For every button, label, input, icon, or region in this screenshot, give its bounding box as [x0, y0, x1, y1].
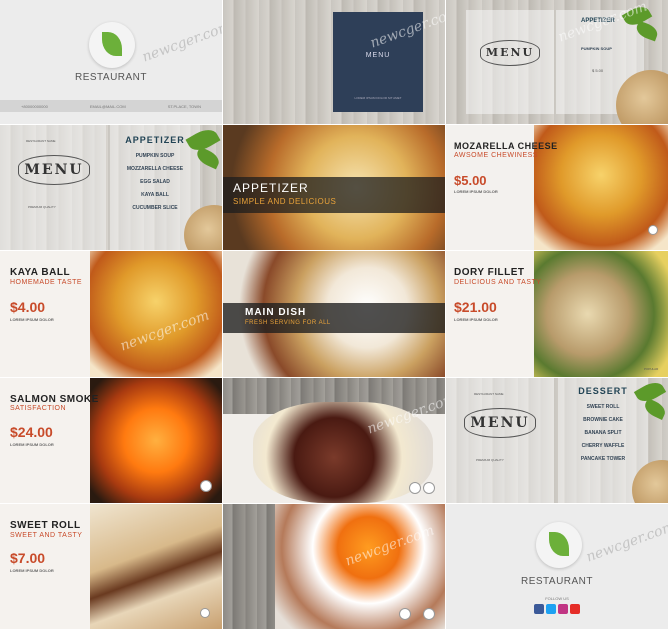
tile-appetizer-menu: RESTAURANT NAME MENU PREMIUM QUALITY APP… [0, 125, 222, 250]
menu-badge: MENU [18, 155, 90, 185]
menu-badge: MENU [464, 408, 536, 438]
brand-name: RESTAURANT [74, 72, 148, 83]
wood-strip [223, 504, 275, 629]
dish-subtitle: AWSOME CHEWINESS [454, 152, 538, 159]
section-heading: APPETIZER [233, 181, 309, 195]
chef-icon [423, 608, 435, 620]
menu-page-left: RESTAURANT NAME MENU PREMIUM QUALITY [446, 378, 554, 503]
watermark: newcger.com [584, 518, 668, 566]
menu-badge: MENU [480, 40, 540, 66]
dish-lorem: LOREM IPSUM DOLOR [10, 442, 54, 447]
menu-page-left: MENU [466, 10, 554, 114]
phone-text: +80000000000 [21, 103, 48, 109]
tile-main-dish-title: MAIN DISH FRESH SERVING FOR ALL [223, 251, 445, 377]
tile-dessert-menu: RESTAURANT NAME MENU PREMIUM QUALITY DES… [446, 378, 668, 503]
section-heading: MAIN DISH [245, 307, 307, 318]
instagram-icon[interactable] [558, 604, 568, 614]
tile-dessert-photo: newcger.com [223, 504, 445, 629]
tile-kaya-ball: KAYA BALL HOMEMADE TASTE $4.00 LOREM IPS… [0, 251, 222, 377]
twitter-icon[interactable] [546, 604, 556, 614]
menu-item: PANCAKE TOWER [580, 456, 626, 462]
youtube-icon[interactable] [570, 604, 580, 614]
menu-cover-title: MENU [365, 52, 391, 59]
section-subheading: FRESH SERVING FOR ALL [245, 320, 331, 326]
dish-title: SWEET ROLL [10, 520, 81, 531]
menu-cover-lorem: LOREM IPSUM DOLOR SIT AMET [354, 96, 402, 100]
menu-item: BANANA SPLIT [584, 430, 622, 436]
tile-menu-cover: MENU LOREM IPSUM DOLOR SIT AMET newcger.… [223, 0, 445, 124]
address-text: ST.PLACE, TOWN [167, 103, 201, 109]
email-text: EMAIL@MAIL.COM [89, 103, 126, 109]
chef-icon [423, 482, 435, 494]
section-subheading: SIMPLE AND DELICIOUS [233, 197, 337, 206]
dish-subtitle: DELICIOUS AND TASTY [454, 279, 542, 286]
menu-item: CUCUMBER SLICE [132, 205, 178, 211]
social-icons [534, 604, 582, 614]
dish-price: $5.00 [454, 173, 487, 188]
tile-mozarella: MOZARELLA CHEESE AWSOME CHEWINESS $5.00 … [446, 125, 668, 250]
dish-lorem: LOREM IPSUM DOLOR [454, 189, 498, 194]
tile-restaurant-intro: RESTAURANT +80000000000 EMAIL@MAIL.COM S… [0, 0, 222, 124]
dish-price: $7.00 [10, 550, 46, 566]
dish-price: $24.00 [10, 424, 53, 440]
menu-item-price: $ 5.00 [592, 68, 604, 73]
dish-lorem: LOREM IPSUM DOLOR [10, 317, 54, 322]
menu-word: MENU [470, 415, 530, 431]
badge-bottom-text: PREMIUM QUALITY [476, 458, 504, 462]
chef-icon [409, 482, 421, 494]
dish-subtitle: SWEET AND TASTY [10, 532, 83, 539]
chef-icon [648, 225, 658, 235]
dish-photo [275, 504, 445, 629]
tile-appetizer-title: APPETIZER SIMPLE AND DELICIOUS [223, 125, 445, 250]
menu-item: CHERRY WAFFLE [581, 443, 625, 449]
dish-title: MOZARELLA CHEESE [454, 141, 558, 151]
menu-page-left: RESTAURANT NAME MENU PREMIUM QUALITY [0, 125, 106, 250]
storyboard-grid: RESTAURANT +80000000000 EMAIL@MAIL.COM S… [0, 0, 668, 629]
badge-top-text: RESTAURANT NAME [26, 139, 56, 143]
dish-price: $21.00 [454, 299, 497, 315]
dish-lorem: LOREM IPSUM DOLOR [10, 568, 54, 573]
chef-icon [399, 608, 411, 620]
follow-label: FOLLOW US [545, 596, 569, 601]
dish-subtitle: SATISFACTION [10, 405, 67, 412]
facebook-icon[interactable] [534, 604, 544, 614]
dish-photo [534, 251, 668, 377]
menu-word: MENU [485, 46, 535, 59]
menu-item: EGG SALAD [140, 179, 170, 185]
tile-dory-fillet: DORY FILLET DELICIOUS AND TASTY $21.00 L… [446, 251, 668, 377]
tile-brownie-photo: newcger.com [223, 378, 445, 503]
menu-item: BROWNIE CAKE [583, 417, 623, 423]
watermark: newcger.com [140, 18, 222, 66]
dish-price: $4.00 [10, 299, 46, 315]
dish-title: KAYA BALL [10, 267, 71, 278]
dish-subtitle: HOMEMADE TASTE [10, 279, 83, 286]
menu-item: SWEET ROLL [586, 404, 620, 410]
tile-sweet-roll: SWEET ROLL SWEET AND TASTY $7.00 LOREM I… [0, 504, 222, 629]
dish-title: DORY FILLET [454, 267, 525, 278]
brand-name: RESTAURANT [520, 576, 594, 587]
chef-icon [200, 480, 212, 492]
tile-menu-open: MENU APPETIZER PUMPKIN SOUP $ 5.00 newcg… [446, 0, 668, 124]
badge-bottom-text: PREMIUM QUALITY [28, 205, 56, 209]
contact-bar: +80000000000 EMAIL@MAIL.COM ST.PLACE, TO… [0, 100, 222, 112]
tile-restaurant-outro: RESTAURANT FOLLOW US newcger.com [446, 504, 668, 629]
menu-word: MENU [24, 162, 84, 178]
dish-title: SALMON SMOKE [10, 394, 99, 405]
tile-salmon-smoke: SALMON SMOKE SATISFACTION $24.00 LOREM I… [0, 378, 222, 503]
menu-item: KAYA BALL [141, 192, 169, 198]
menu-item: MOZZARELLA CHEESE [126, 166, 184, 172]
menu-item: PUMPKIN SOUP [581, 46, 612, 51]
chef-icon [200, 608, 210, 618]
badge-top-text: RESTAURANT NAME [474, 392, 504, 396]
dish-lorem: LOREM IPSUM DOLOR [454, 317, 498, 322]
popular-tag: POPULAR [644, 367, 659, 371]
menu-item: PUMPKIN SOUP [135, 153, 175, 159]
